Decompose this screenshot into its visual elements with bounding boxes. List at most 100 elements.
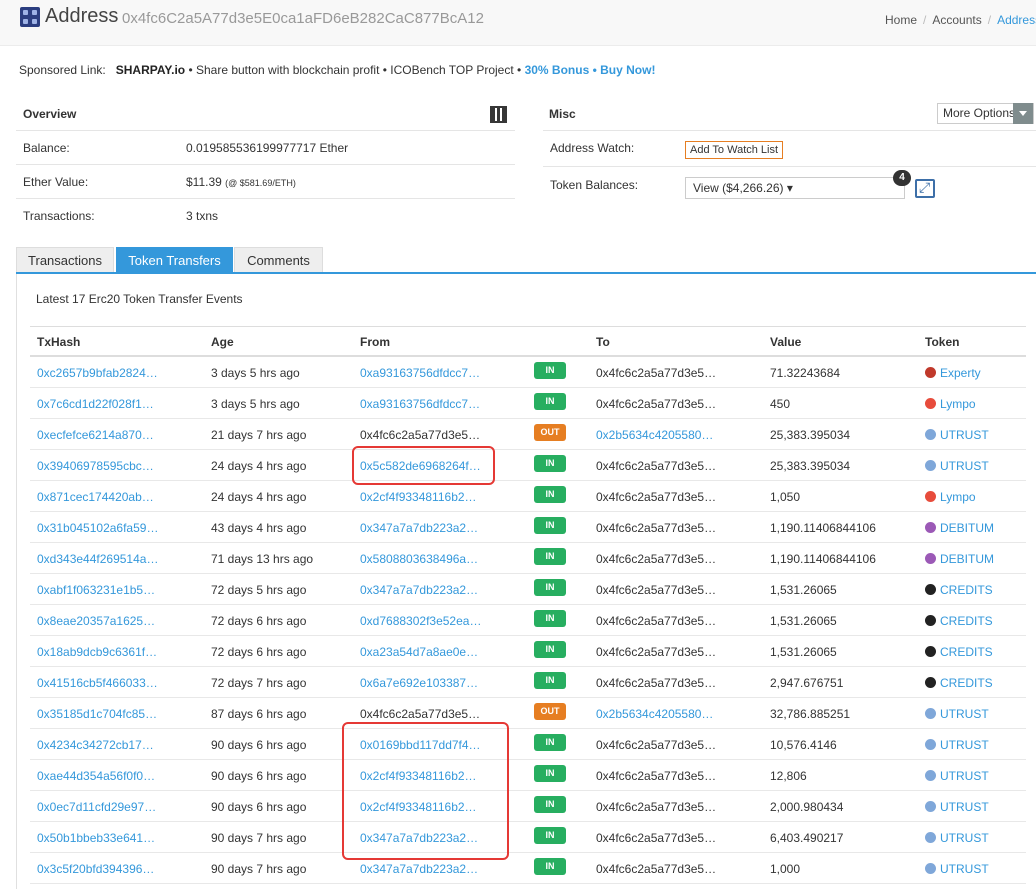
sponsored-text: • Share button with blockchain profit • …: [185, 63, 525, 77]
add-to-watch-list-button[interactable]: Add To Watch List: [685, 141, 784, 159]
address-watch-row: Address Watch:: [543, 130, 1036, 166]
table-row: 0xabf1f063231e1b5… 72 days 5 hrs ago 0x347…: [30, 574, 1026, 605]
breadcrumb: Home/Accounts/Address: [885, 13, 1036, 27]
token-link[interactable]: Lympo: [925, 490, 976, 504]
direction-badge: IN: [534, 827, 566, 844]
from-address[interactable]: 0x2cf4f93348116b2…: [360, 490, 477, 504]
qr-code-icon[interactable]: [490, 106, 507, 123]
more-options-button[interactable]: More Options: [937, 103, 1034, 124]
breadcrumb-address[interactable]: Address: [997, 13, 1036, 27]
breadcrumb-home[interactable]: Home: [885, 13, 917, 27]
direction-badge: IN: [534, 579, 566, 596]
tx-hash-link[interactable]: 0x871cec174420ab…: [37, 490, 154, 504]
tx-hash-link[interactable]: 0x7c6cd1d22f028f1…: [37, 397, 154, 411]
tx-hash-link[interactable]: 0xecfefce6214a870…: [37, 428, 154, 442]
tx-hash-link[interactable]: 0x41516cb5f466033…: [37, 676, 158, 690]
transfer-value: 12,806: [770, 769, 807, 783]
tx-hash-link[interactable]: 0xd343e44f269514a…: [37, 552, 158, 566]
from-address[interactable]: 0x5808803638496a…: [360, 552, 478, 566]
misc-title: Misc: [549, 107, 576, 121]
to-address: 0x4fc6c2a5a77d3e5…: [596, 459, 717, 473]
header-age: Age: [211, 335, 234, 349]
direction-badge: IN: [534, 486, 566, 503]
tab-comments[interactable]: Comments: [234, 247, 323, 273]
token-link[interactable]: UTRUST: [925, 862, 989, 876]
transactions-label: Transactions:: [23, 209, 95, 223]
sponsored-bonus-link[interactable]: 30% Bonus • Buy Now!: [525, 63, 656, 77]
token-link[interactable]: DEBITUM: [925, 552, 994, 566]
token-icon: [925, 398, 936, 409]
token-link[interactable]: CREDITS: [925, 645, 993, 659]
transfer-value: 6,403.490217: [770, 831, 844, 845]
from-address[interactable]: 0xa23a54d7a8ae0e…: [360, 645, 478, 659]
tx-hash-link[interactable]: 0x39406978595cbc…: [37, 459, 154, 473]
from-address[interactable]: 0xa93163756dfdcc7…: [360, 397, 480, 411]
token-link[interactable]: Lympo: [925, 397, 976, 411]
token-name: UTRUST: [940, 459, 989, 473]
expand-icon[interactable]: [915, 179, 935, 198]
transfer-value: 71.32243684: [770, 366, 841, 380]
token-name: CREDITS: [940, 645, 993, 659]
token-link[interactable]: DEBITUM: [925, 521, 994, 535]
tx-hash-link[interactable]: 0xc2657b9bfab2824…: [37, 366, 158, 380]
token-link[interactable]: CREDITS: [925, 614, 993, 628]
tx-age: 72 days 5 hrs ago: [211, 583, 307, 597]
tx-age: 72 days 6 hrs ago: [211, 645, 307, 659]
token-balances-dropdown[interactable]: View ($4,266.26) ▾: [685, 177, 905, 199]
tx-age: 90 days 6 hrs ago: [211, 738, 307, 752]
token-link[interactable]: Experty: [925, 366, 981, 380]
to-address[interactable]: 0x2b5634c4205580…: [596, 707, 713, 721]
tx-hash-link[interactable]: 0xabf1f063231e1b5…: [37, 583, 155, 597]
from-address[interactable]: 0x347a7a7db223a2…: [360, 862, 478, 876]
from-address[interactable]: 0xd7688302f3e52ea…: [360, 614, 481, 628]
token-icon: [925, 801, 936, 812]
token-link[interactable]: UTRUST: [925, 769, 989, 783]
from-address[interactable]: 0xa93163756dfdcc7…: [360, 366, 480, 380]
tx-hash-link[interactable]: 0x0ec7d11cfd29e97…: [37, 800, 156, 814]
tx-hash-link[interactable]: 0x31b045102a6fa59…: [37, 521, 158, 535]
token-link[interactable]: CREDITS: [925, 676, 993, 690]
transfer-value: 1,190.11406844106: [770, 521, 876, 535]
from-address[interactable]: 0x347a7a7db223a2…: [360, 521, 478, 535]
table-row: 0x50b1bbeb33e641… 90 days 7 hrs ago 0x347a…: [30, 822, 1026, 853]
tx-hash-link[interactable]: 0x4234c34272cb17…: [37, 738, 154, 752]
token-icon: [925, 770, 936, 781]
to-address[interactable]: 0x2b5634c4205580…: [596, 428, 713, 442]
tx-hash-link[interactable]: 0x35185d1c704fc85…: [37, 707, 157, 721]
tx-hash-link[interactable]: 0x8eae20357a1625…: [37, 614, 155, 628]
page-title: Address: [45, 5, 119, 27]
token-link[interactable]: UTRUST: [925, 738, 989, 752]
token-link[interactable]: UTRUST: [925, 831, 989, 845]
tx-age: 90 days 6 hrs ago: [211, 769, 307, 783]
token-name: Experty: [940, 366, 981, 380]
token-name: CREDITS: [940, 614, 993, 628]
sponsored-brand[interactable]: SHARPAY.io: [116, 63, 185, 77]
tx-age: 24 days 4 hrs ago: [211, 459, 307, 473]
token-name: Lympo: [940, 490, 976, 504]
to-address: 0x4fc6c2a5a77d3e5…: [596, 614, 717, 628]
token-link[interactable]: UTRUST: [925, 459, 989, 473]
token-icon: [925, 553, 936, 564]
token-link[interactable]: CREDITS: [925, 583, 993, 597]
token-link[interactable]: UTRUST: [925, 800, 989, 814]
breadcrumb-accounts[interactable]: Accounts: [932, 13, 981, 27]
to-address: 0x4fc6c2a5a77d3e5…: [596, 490, 717, 504]
from-address[interactable]: 0x6a7e692e103387…: [360, 676, 478, 690]
token-name: UTRUST: [940, 707, 989, 721]
tx-hash-link[interactable]: 0xae44d354a56f0f0…: [37, 769, 155, 783]
tx-hash-link[interactable]: 0x3c5f20bfd394396…: [37, 862, 154, 876]
transfer-value: 1,190.11406844106: [770, 552, 876, 566]
token-link[interactable]: UTRUST: [925, 707, 989, 721]
tx-hash-link[interactable]: 0x18ab9dcb9c6361f…: [37, 645, 157, 659]
from-address[interactable]: 0x347a7a7db223a2…: [360, 583, 478, 597]
tab-transactions[interactable]: Transactions: [16, 247, 114, 273]
ether-value-label: Ether Value:: [23, 175, 89, 189]
to-address: 0x4fc6c2a5a77d3e5…: [596, 676, 717, 690]
token-count-badge: 4: [893, 170, 911, 186]
token-link[interactable]: UTRUST: [925, 428, 989, 442]
token-name: UTRUST: [940, 831, 989, 845]
table-row: 0x0ec7d11cfd29e97… 90 days 6 hrs ago 0x2cf…: [30, 791, 1026, 822]
tx-hash-link[interactable]: 0x50b1bbeb33e641…: [37, 831, 155, 845]
header-txhash: TxHash: [37, 335, 81, 349]
tab-token-transfers[interactable]: Token Transfers: [116, 247, 233, 273]
